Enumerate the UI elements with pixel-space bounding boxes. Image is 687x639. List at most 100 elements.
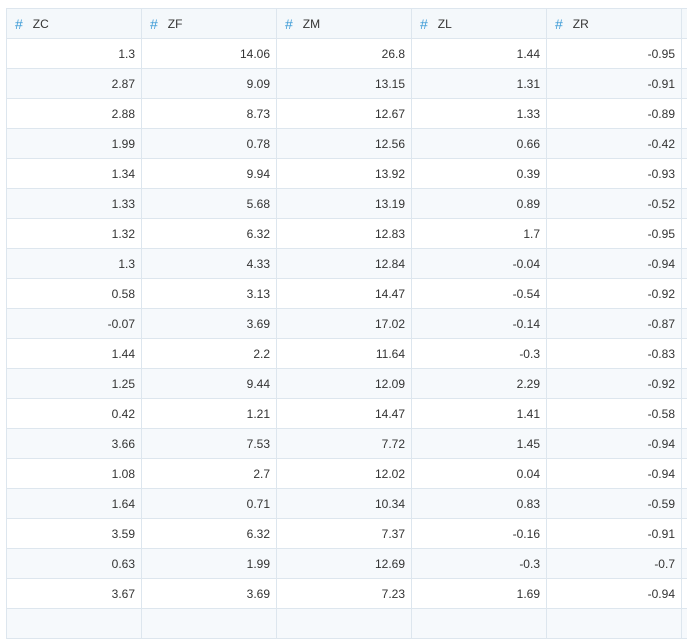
table-cell-zm[interactable]: 17.02 [277,309,412,339]
table-cell-zr[interactable]: -0.42 [547,129,682,159]
table-row[interactable]: 1.08 2.7 12.02 0.04 -0.94 [7,459,687,489]
table-cell-zf[interactable]: 5.68 [142,189,277,219]
table-cell-zc[interactable]: 1.25 [7,369,142,399]
table-cell-zf[interactable] [142,609,277,639]
table-cell-zf[interactable]: 14.06 [142,39,277,69]
table-cell-zm[interactable]: 13.15 [277,69,412,99]
table-cell-zm[interactable]: 12.83 [277,219,412,249]
table-cell-zl[interactable]: 1.44 [412,39,547,69]
table-cell-zf[interactable]: 9.44 [142,369,277,399]
table-cell-zc[interactable]: 1.34 [7,159,142,189]
table-row[interactable]: 3.67 3.69 7.23 1.69 -0.94 [7,579,687,609]
table-cell-zr[interactable]: -0.92 [547,279,682,309]
table-cell-zm[interactable]: 13.19 [277,189,412,219]
table-cell-zm[interactable]: 12.84 [277,249,412,279]
table-cell-zf[interactable]: 9.09 [142,69,277,99]
table-row[interactable] [7,609,687,639]
table-row[interactable]: 1.34 9.94 13.92 0.39 -0.93 [7,159,687,189]
table-cell-zf[interactable]: 4.33 [142,249,277,279]
table-cell-zl[interactable]: 1.69 [412,579,547,609]
table-cell-zf[interactable]: 3.69 [142,579,277,609]
table-cell-zr[interactable]: -0.94 [547,579,682,609]
table-cell-zm[interactable]: 13.92 [277,159,412,189]
table-cell-zr[interactable] [547,609,682,639]
table-cell-zm[interactable]: 7.37 [277,519,412,549]
table-cell-zl[interactable]: 0.83 [412,489,547,519]
table-cell-zr[interactable]: -0.92 [547,369,682,399]
table-cell-zl[interactable]: 1.41 [412,399,547,429]
table-cell-zr[interactable]: -0.87 [547,309,682,339]
table-cell-zf[interactable]: 6.32 [142,219,277,249]
table-cell-zm[interactable]: 26.8 [277,39,412,69]
table-cell-zc[interactable]: 1.3 [7,249,142,279]
table-cell-zr[interactable]: -0.52 [547,189,682,219]
table-cell-zc[interactable] [7,609,142,639]
table-cell-zf[interactable]: 8.73 [142,99,277,129]
table-cell-zc[interactable]: 3.67 [7,579,142,609]
table-row[interactable]: 1.99 0.78 12.56 0.66 -0.42 [7,129,687,159]
table-cell-zf[interactable]: 2.2 [142,339,277,369]
table-cell-zr[interactable]: -0.59 [547,489,682,519]
table-cell-zc[interactable]: 3.59 [7,519,142,549]
table-cell-zc[interactable]: 1.3 [7,39,142,69]
table-cell-zl[interactable]: 0.39 [412,159,547,189]
table-row[interactable]: 0.63 1.99 12.69 -0.3 -0.7 [7,549,687,579]
table-cell-zr[interactable]: -0.89 [547,99,682,129]
column-header-zm[interactable]: # ZM [277,9,412,39]
table-cell-zm[interactable]: 11.64 [277,339,412,369]
table-row[interactable]: 1.3 4.33 12.84 -0.04 -0.94 [7,249,687,279]
column-header-zf[interactable]: # ZF [142,9,277,39]
table-row[interactable]: 3.66 7.53 7.72 1.45 -0.94 [7,429,687,459]
table-row[interactable]: -0.07 3.69 17.02 -0.14 -0.87 [7,309,687,339]
table-cell-zf[interactable]: 6.32 [142,519,277,549]
column-header-zc[interactable]: # ZC [7,9,142,39]
table-row[interactable]: 0.58 3.13 14.47 -0.54 -0.92 [7,279,687,309]
table-cell-zr[interactable]: -0.94 [547,459,682,489]
table-cell-zl[interactable]: 1.45 [412,429,547,459]
table-cell-zc[interactable]: 1.64 [7,489,142,519]
column-header-zr[interactable]: # ZR [547,9,682,39]
table-row[interactable]: 3.59 6.32 7.37 -0.16 -0.91 [7,519,687,549]
table-cell-zc[interactable]: -0.07 [7,309,142,339]
table-cell-zr[interactable]: -0.7 [547,549,682,579]
table-cell-zr[interactable]: -0.94 [547,249,682,279]
table-cell-zf[interactable]: 3.69 [142,309,277,339]
table-cell-zl[interactable]: -0.3 [412,549,547,579]
table-cell-zr[interactable]: -0.83 [547,339,682,369]
table-row[interactable]: 1.33 5.68 13.19 0.89 -0.52 [7,189,687,219]
table-cell-zf[interactable]: 2.7 [142,459,277,489]
table-cell-zm[interactable] [277,609,412,639]
table-cell-zl[interactable]: -0.16 [412,519,547,549]
table-cell-zl[interactable]: -0.3 [412,339,547,369]
table-cell-zl[interactable]: 1.33 [412,99,547,129]
table-cell-zm[interactable]: 12.09 [277,369,412,399]
table-row[interactable]: 1.3 14.06 26.8 1.44 -0.95 [7,39,687,69]
table-row[interactable]: 2.87 9.09 13.15 1.31 -0.91 [7,69,687,99]
table-cell-zl[interactable]: -0.04 [412,249,547,279]
table-cell-zc[interactable]: 1.08 [7,459,142,489]
table-cell-zc[interactable]: 2.88 [7,99,142,129]
table-cell-zl[interactable]: -0.54 [412,279,547,309]
table-row[interactable]: 1.25 9.44 12.09 2.29 -0.92 [7,369,687,399]
table-cell-zl[interactable]: 0.89 [412,189,547,219]
table-cell-zc[interactable]: 1.32 [7,219,142,249]
table-cell-zr[interactable]: -0.93 [547,159,682,189]
table-cell-zf[interactable]: 9.94 [142,159,277,189]
table-cell-zc[interactable]: 0.58 [7,279,142,309]
table-cell-zr[interactable]: -0.95 [547,219,682,249]
table-cell-zf[interactable]: 7.53 [142,429,277,459]
table-row[interactable]: 1.44 2.2 11.64 -0.3 -0.83 [7,339,687,369]
table-cell-zr[interactable]: -0.91 [547,519,682,549]
table-cell-zf[interactable]: 0.71 [142,489,277,519]
table-cell-zc[interactable]: 2.87 [7,69,142,99]
table-cell-zr[interactable]: -0.95 [547,39,682,69]
table-cell-zf[interactable]: 0.78 [142,129,277,159]
table-cell-zm[interactable]: 14.47 [277,279,412,309]
table-cell-zm[interactable]: 14.47 [277,399,412,429]
table-cell-zl[interactable]: -0.14 [412,309,547,339]
table-cell-zl[interactable] [412,609,547,639]
table-cell-zc[interactable]: 1.99 [7,129,142,159]
table-cell-zr[interactable]: -0.94 [547,429,682,459]
table-row[interactable]: 1.64 0.71 10.34 0.83 -0.59 [7,489,687,519]
table-cell-zl[interactable]: 0.04 [412,459,547,489]
